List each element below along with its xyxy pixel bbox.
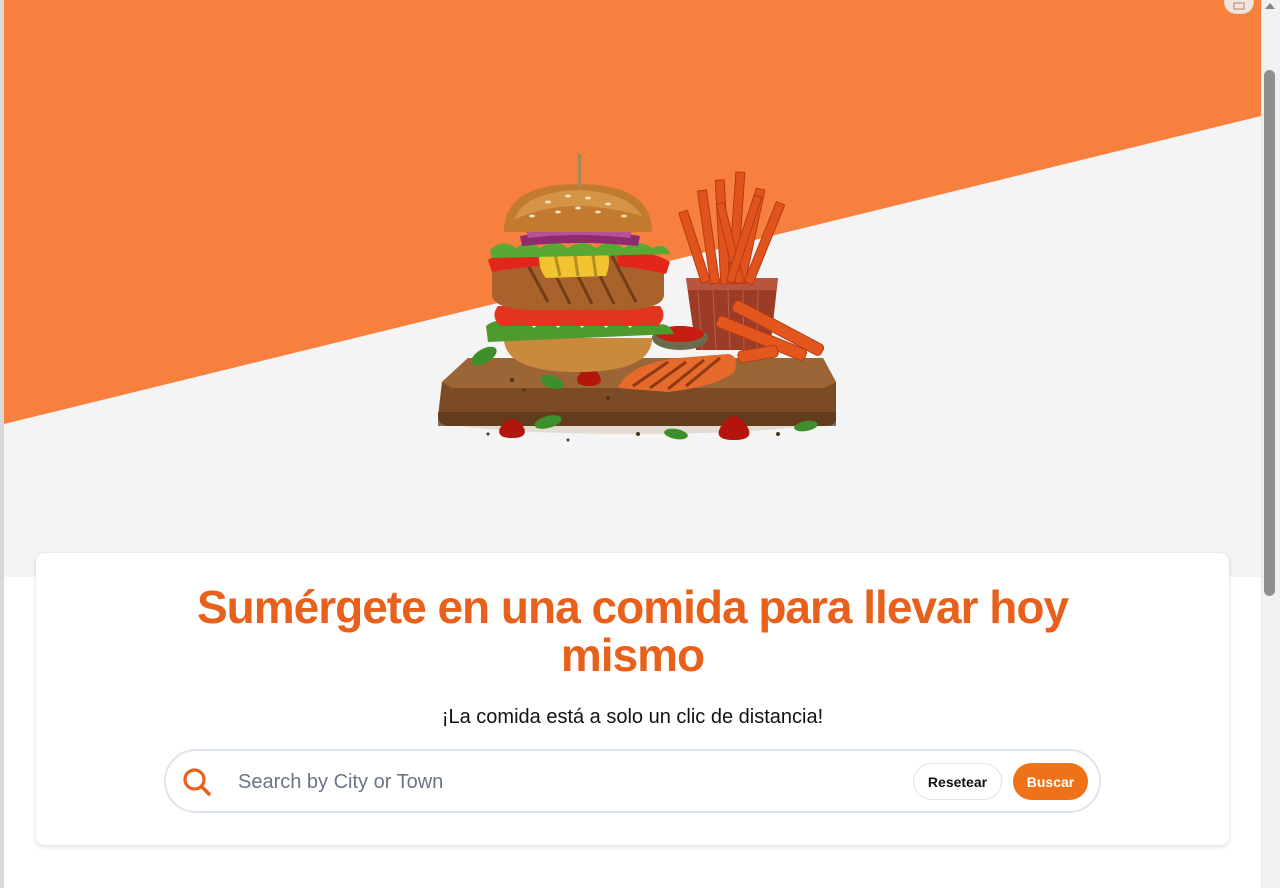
search-button[interactable]: Buscar bbox=[1013, 763, 1088, 800]
page-headline: Sumérgete en una comida para llevar hoy … bbox=[196, 581, 1069, 681]
hero-banner bbox=[4, 0, 1261, 577]
page: Sumérgete en una comida para llevar hoy … bbox=[0, 0, 1280, 888]
hero-food-image bbox=[438, 153, 836, 442]
reset-button[interactable]: Resetear bbox=[913, 763, 1002, 800]
expand-icon bbox=[1233, 2, 1245, 10]
search-input[interactable] bbox=[236, 763, 896, 801]
search-icon bbox=[183, 768, 211, 796]
search-bar: Resetear Buscar bbox=[164, 749, 1101, 813]
page-subtitle: ¡La comida está a solo un clic de distan… bbox=[441, 706, 824, 728]
scrollbar-thumb[interactable] bbox=[1264, 70, 1275, 596]
scroll-up-arrow-icon[interactable] bbox=[1265, 3, 1275, 9]
search-card: Sumérgete en una comida para llevar hoy … bbox=[36, 553, 1229, 845]
